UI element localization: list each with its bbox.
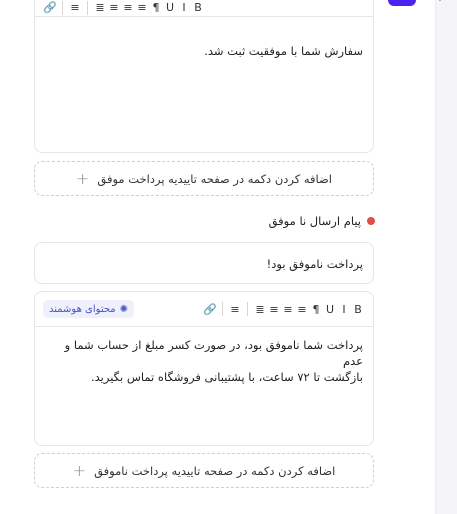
smart-content-label: محتوای هوشمند [49, 303, 116, 315]
link-icon[interactable]: 🔗 [43, 1, 57, 14]
add-success-button-label: اضافه کردن دکمه در صفحه تاییدیه پرداخت م… [97, 171, 332, 186]
align-right-icon[interactable]: ≡ [267, 303, 281, 316]
smart-content-button[interactable]: محتوای هوشمند ✺ [43, 300, 135, 318]
italic-icon[interactable]: I [337, 303, 351, 316]
toolbar-divider [87, 1, 88, 15]
underline-icon[interactable]: U [323, 303, 337, 316]
top-quote-icon: ❜ [438, 0, 443, 10]
underline-icon[interactable]: U [163, 1, 177, 14]
editor-content-line: پرداخت شما ناموفق بود، در صورت کسر مبلغ … [64, 338, 363, 368]
failed-message-label: پیام ارسال نا موفق [269, 214, 375, 228]
success-message-editor[interactable]: 🔗 ≡ ≣ ≡ ≡ ≡ ¶ U I B سفارش شما با موفقیت … [34, 0, 374, 153]
align-justify-icon[interactable]: ≣ [93, 1, 107, 14]
bold-icon[interactable]: B [191, 1, 205, 14]
toolbar-divider [247, 302, 248, 316]
editor-content[interactable]: سفارش شما با موفقیت ثبت شد. [45, 43, 363, 59]
italic-icon[interactable]: I [177, 1, 191, 14]
editor-content[interactable]: پرداخت شما ناموفق بود، در صورت کسر مبلغ … [45, 337, 363, 385]
toolbar-divider [222, 302, 223, 316]
add-failed-button[interactable]: اضافه کردن دکمه در صفحه تاییدیه پرداخت ن… [34, 453, 374, 488]
status-dot-icon [367, 217, 375, 225]
align-justify-icon[interactable]: ≣ [253, 303, 267, 316]
plus-icon: + [76, 169, 90, 188]
failed-title-value[interactable]: پرداخت ناموفق بود! [45, 256, 363, 272]
editor-content-line: بازگشت تا ۷۲ ساعت، با پشتیبانی فروشگاه ت… [90, 370, 363, 384]
failed-message-editor[interactable]: محتوای هوشمند ✺ 🔗 ≡ ≣ ≡ ≡ ≡ ¶ U I B پردا… [34, 291, 374, 446]
editor-toolbar: 🔗 ≡ ≣ ≡ ≡ ≡ ¶ U I B [35, 1, 373, 17]
bold-icon[interactable]: B [351, 303, 365, 316]
plus-icon: + [72, 461, 87, 480]
add-success-button[interactable]: اضافه کردن دکمه در صفحه تاییدیه پرداخت م… [34, 161, 374, 196]
paragraph-icon[interactable]: ¶ [309, 303, 323, 316]
right-gutter [435, 0, 457, 514]
paragraph-icon[interactable]: ¶ [149, 1, 163, 14]
add-failed-button-label: اضافه کردن دکمه در صفحه تاییدیه پرداخت ن… [94, 463, 336, 478]
editor-toolbar: محتوای هوشمند ✺ 🔗 ≡ ≣ ≡ ≡ ≡ ¶ U I B [35, 292, 373, 327]
failed-message-label-text: پیام ارسال نا موفق [268, 214, 361, 228]
link-icon[interactable]: 🔗 [203, 303, 217, 316]
failed-title-input[interactable]: پرداخت ناموفق بود! [34, 242, 374, 284]
align-center-icon[interactable]: ≡ [281, 303, 295, 316]
toolbar-divider [62, 1, 63, 15]
sparkle-icon: ✺ [119, 303, 129, 315]
top-primary-button[interactable] [388, 0, 416, 6]
align-left-icon[interactable]: ≡ [295, 303, 309, 316]
align-left-icon[interactable]: ≡ [135, 1, 149, 14]
align-center-icon[interactable]: ≡ [121, 1, 135, 14]
align-right-icon[interactable]: ≡ [107, 1, 121, 14]
list-icon[interactable]: ≡ [228, 303, 242, 316]
list-icon[interactable]: ≡ [68, 1, 82, 14]
